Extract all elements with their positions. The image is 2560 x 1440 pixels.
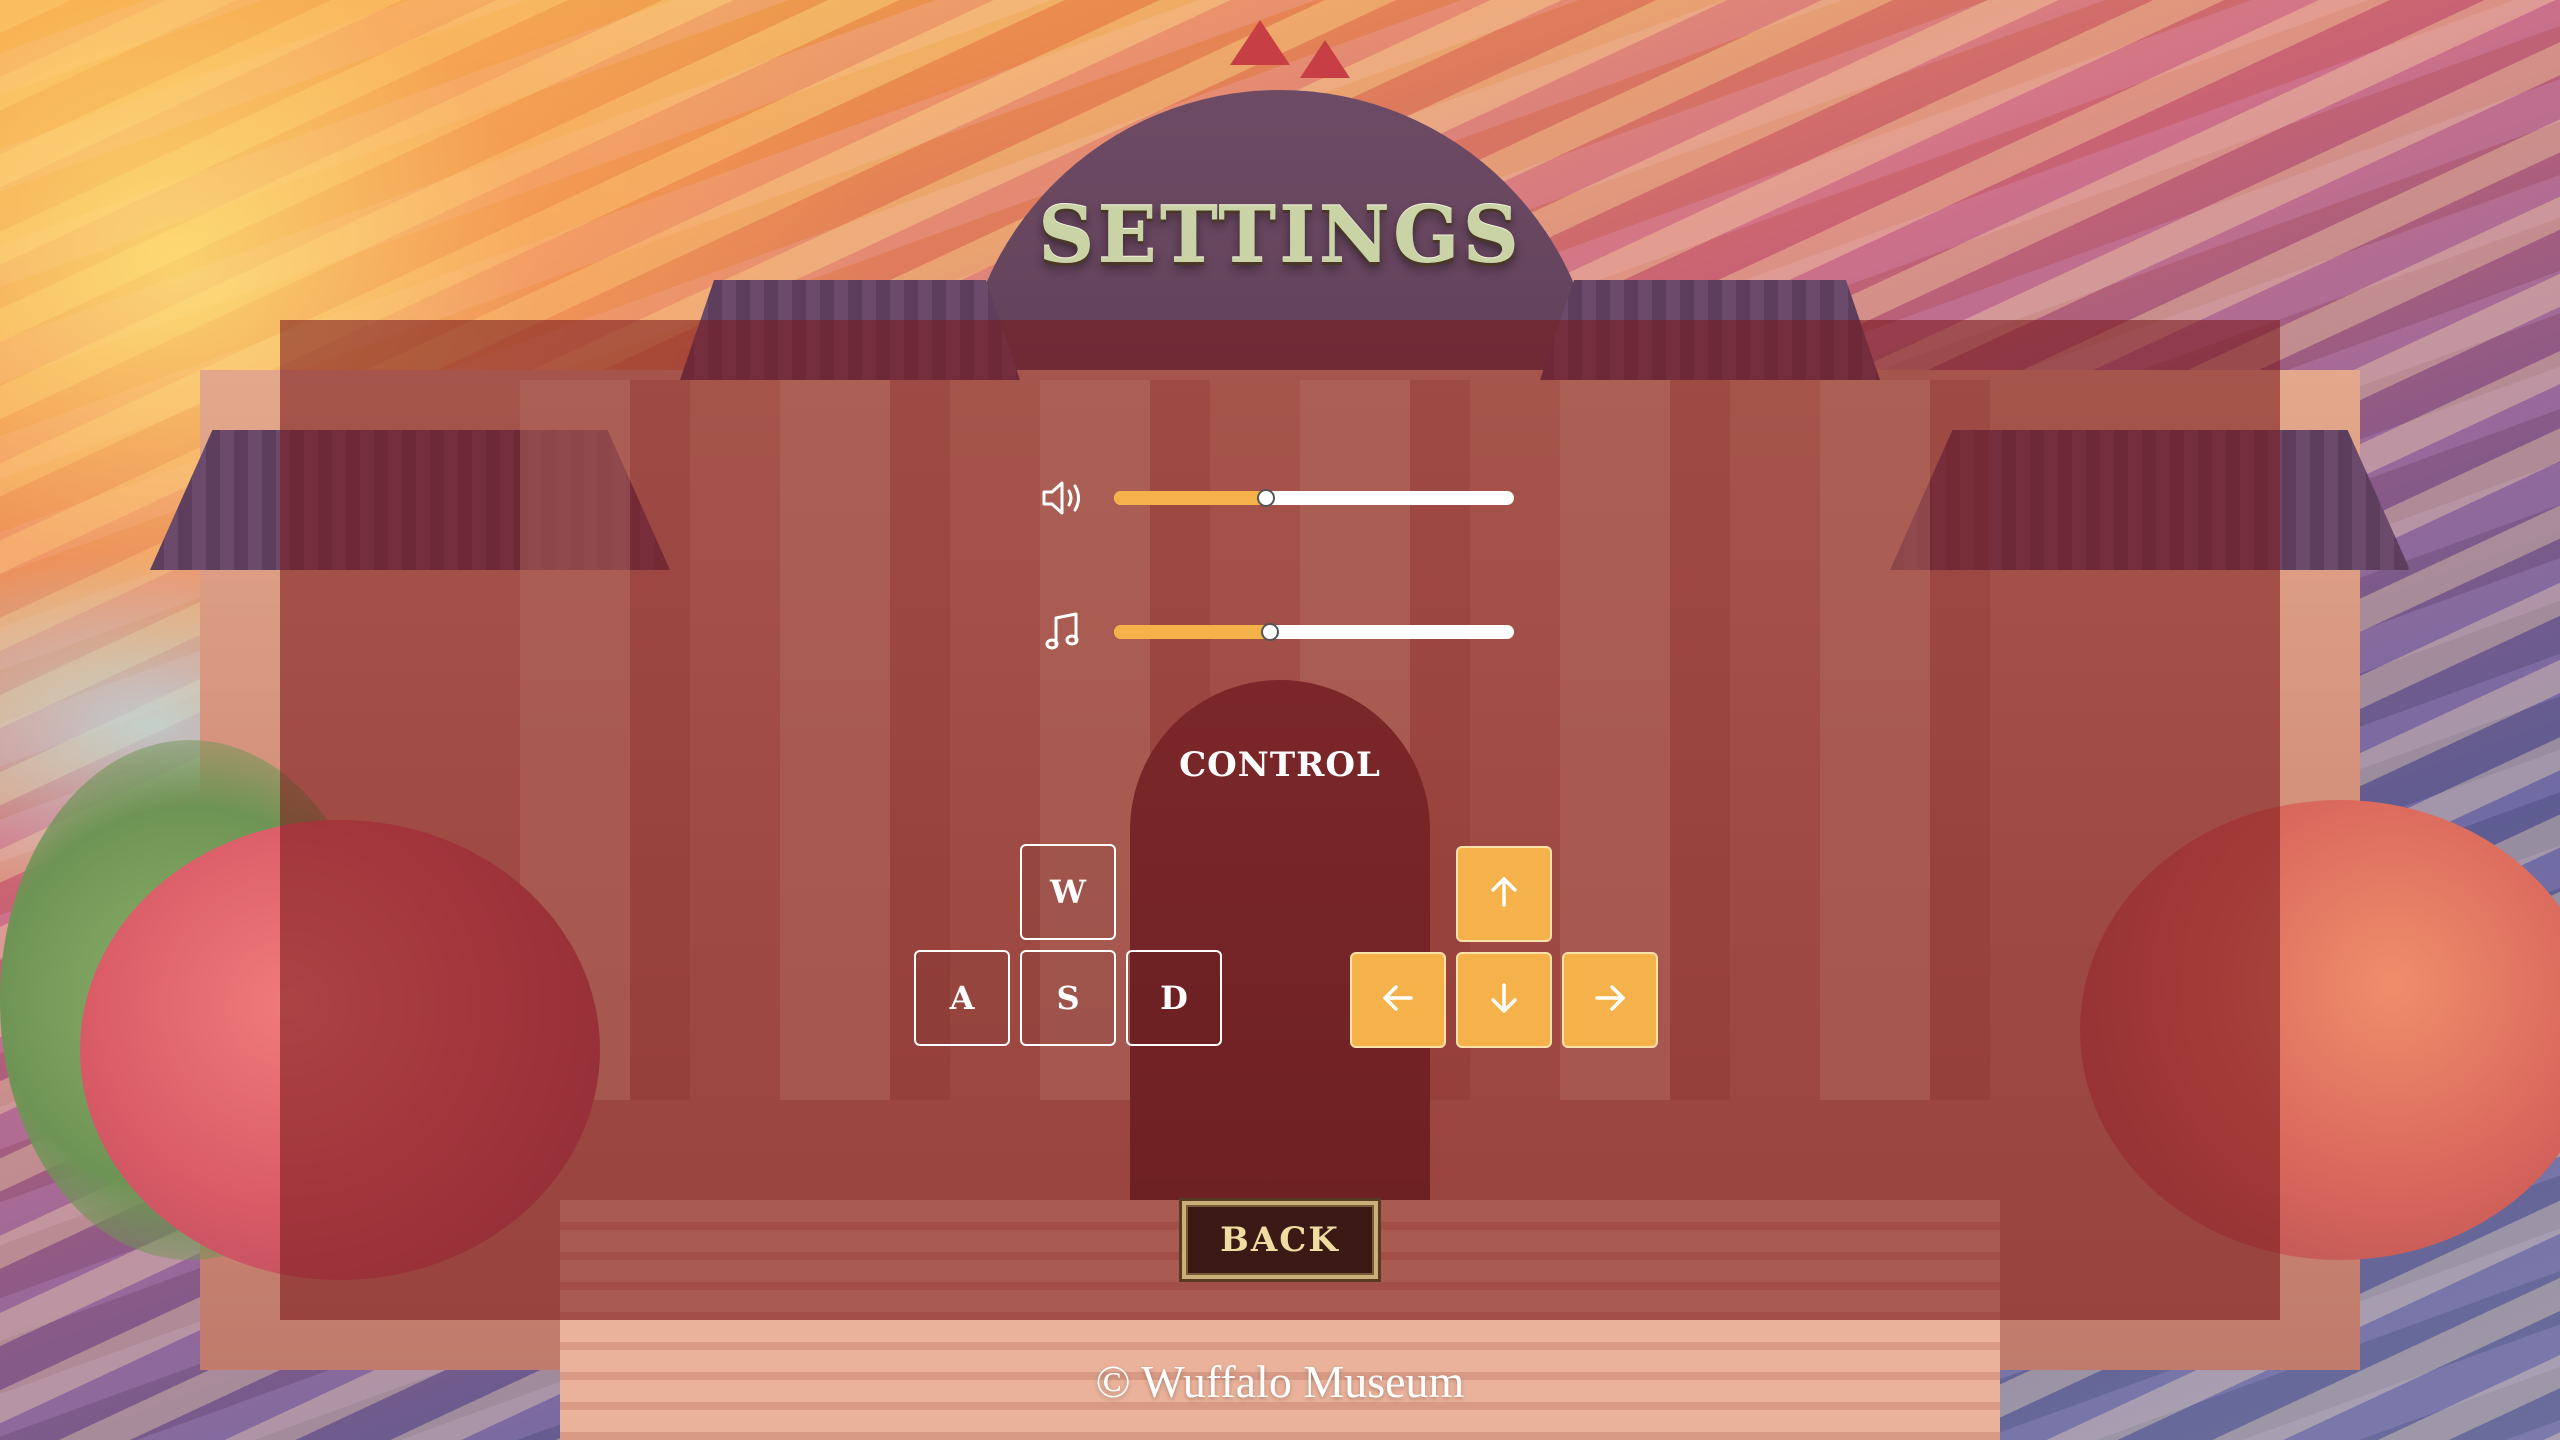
arrow-up-icon: [1483, 871, 1525, 917]
volume-slider[interactable]: [1114, 489, 1514, 507]
music-slider-thumb[interactable]: [1261, 623, 1279, 641]
arrow-left-icon: [1377, 977, 1419, 1023]
music-slider-fill: [1114, 625, 1270, 639]
flag: [1230, 20, 1290, 65]
key-a[interactable]: A: [914, 950, 1010, 1046]
copyright-footer: © Wuffalo Museum: [1095, 1356, 1465, 1407]
control-heading: CONTROL: [1179, 745, 1381, 785]
key-w[interactable]: W: [1020, 844, 1116, 940]
key-arrow-up[interactable]: [1456, 846, 1552, 942]
volume-slider-thumb[interactable]: [1257, 489, 1275, 507]
volume-slider-row: [1040, 468, 1520, 528]
speaker-volume-icon: [1040, 476, 1088, 520]
key-d[interactable]: D: [1126, 950, 1222, 1046]
arrow-down-icon: [1483, 977, 1525, 1023]
flag: [1300, 40, 1350, 78]
music-slider-row: [1040, 602, 1520, 662]
key-arrow-left[interactable]: [1350, 952, 1446, 1048]
settings-title: SETTINGS: [1038, 190, 1522, 281]
key-s[interactable]: S: [1020, 950, 1116, 1046]
music-slider[interactable]: [1114, 623, 1514, 641]
volume-slider-fill: [1114, 491, 1266, 505]
back-button[interactable]: BACK: [1182, 1201, 1378, 1279]
key-arrow-down[interactable]: [1456, 952, 1552, 1048]
music-note-icon: [1040, 610, 1088, 654]
key-arrow-right[interactable]: [1562, 952, 1658, 1048]
arrow-right-icon: [1589, 977, 1631, 1023]
